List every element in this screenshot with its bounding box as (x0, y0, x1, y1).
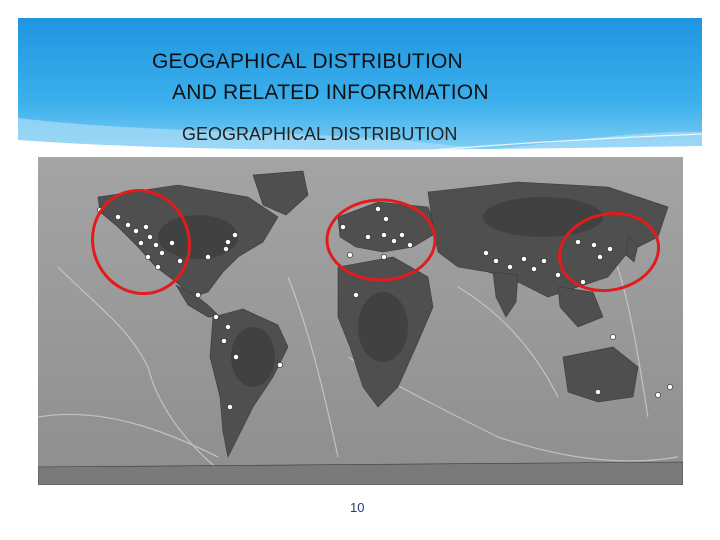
title-line-1: GEOGAPHICAL DISTRIBUTION (152, 50, 463, 73)
world-map (38, 157, 683, 485)
slide: GEOGAPHICAL DISTRIBUTION AND RELATED INF… (0, 0, 720, 540)
title-line-2: AND RELATED INFORRMATION (172, 81, 489, 104)
slide-subtitle: GEOGRAPHICAL DISTRIBUTION (182, 124, 458, 144)
page-number: 10 (350, 500, 365, 515)
slide-title: GEOGAPHICAL DISTRIBUTION AND RELATED INF… (130, 46, 610, 108)
